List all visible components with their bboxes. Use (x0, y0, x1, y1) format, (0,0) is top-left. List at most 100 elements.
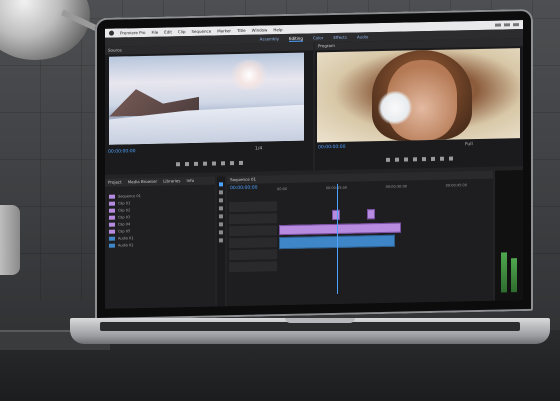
item-name: Clip 03 (118, 214, 131, 220)
list-item[interactable]: Audio 02 (105, 239, 215, 248)
slip-tool-icon[interactable] (219, 214, 223, 219)
track-header-a3[interactable] (229, 261, 277, 273)
clock-icon[interactable] (513, 23, 519, 27)
label-swatch (109, 194, 115, 199)
ruler-label: 00:00:45:00 (445, 183, 467, 188)
mark-out-icon[interactable] (394, 157, 399, 162)
timeline-tabs: Sequence 01 (227, 170, 493, 185)
track-header-v1[interactable] (229, 225, 277, 237)
track-select-tool-icon[interactable] (219, 190, 223, 195)
mark-out-icon[interactable] (184, 162, 189, 167)
step-forward-icon[interactable] (421, 157, 426, 162)
label-swatch (109, 243, 115, 248)
step-forward-icon[interactable] (211, 161, 216, 166)
workspace-assembly[interactable]: Assembly (260, 36, 279, 41)
program-timecode[interactable]: 00:00:00:00 (318, 145, 345, 151)
source-monitor: Source 00:00:00:00 1/4 (105, 42, 313, 175)
source-timecode[interactable]: 00:00:00:00 (108, 149, 135, 155)
source-transport-controls (105, 154, 313, 172)
menu-title[interactable]: Title (237, 28, 246, 33)
pen-tool-icon[interactable] (219, 222, 223, 227)
program-video-frame[interactable] (317, 48, 520, 143)
wifi-icon[interactable] (495, 23, 501, 27)
ruler-label: 00:00 (277, 186, 288, 192)
play-icon[interactable] (412, 157, 417, 162)
monitor-row: Source 00:00:00:00 1/4 Program 00:00:00:… (105, 38, 523, 175)
track-header-v2[interactable] (229, 213, 277, 225)
program-resolution[interactable]: Full (465, 142, 473, 147)
meter-right (511, 258, 517, 293)
ruler-label: 00:00:30:00 (385, 184, 408, 189)
type-tool-icon[interactable] (219, 238, 223, 243)
workspace-audio[interactable]: Audio (357, 34, 368, 39)
label-swatch (109, 201, 115, 206)
selection-tool-icon[interactable] (219, 182, 223, 187)
tab-info[interactable]: Info (186, 177, 194, 185)
menu-edit[interactable]: Edit (164, 29, 172, 34)
tab-project[interactable]: Project (108, 178, 122, 186)
timeline-panel: Sequence 01 00:00:00:00 00:00 00:00:15:0… (227, 170, 493, 307)
label-swatch (109, 229, 115, 234)
label-swatch (109, 222, 115, 227)
camera-icon[interactable] (238, 160, 243, 165)
video-clip[interactable] (332, 209, 340, 221)
program-monitor: Program 00:00:00:00 Full (315, 38, 523, 171)
audio-meters (495, 170, 523, 301)
status-icons (495, 23, 519, 27)
track-header-a1[interactable] (229, 237, 277, 249)
workspace-color[interactable]: Color (313, 35, 323, 40)
insert-icon[interactable] (220, 161, 225, 166)
tools-panel (217, 176, 225, 307)
overwrite-icon[interactable] (229, 161, 234, 166)
hand-tool-icon[interactable] (219, 230, 223, 235)
menu-sequence[interactable]: Sequence (191, 29, 211, 34)
menu-help[interactable]: Help (273, 27, 282, 32)
play-icon[interactable] (202, 161, 207, 166)
source-video-frame[interactable] (109, 52, 304, 145)
video-clip[interactable] (279, 222, 401, 236)
track-header-a2[interactable] (229, 249, 277, 261)
keyboard (100, 322, 520, 331)
tab-media-browser[interactable]: Media Browser (128, 178, 158, 187)
program-transport-controls (315, 150, 523, 168)
camera-icon[interactable] (448, 156, 453, 161)
item-name: Audio 01 (118, 235, 134, 241)
step-back-icon[interactable] (193, 161, 198, 166)
lid-notch (285, 318, 355, 323)
label-swatch (109, 215, 115, 220)
apple-menu-icon[interactable] (109, 30, 114, 36)
track-header-v3[interactable] (229, 201, 277, 213)
meter-left (501, 252, 507, 293)
video-clip[interactable] (367, 209, 375, 220)
tab-sequence[interactable]: Sequence 01 (230, 176, 256, 185)
timeline-timecode[interactable]: 00:00:00:00 (230, 186, 257, 192)
razor-tool-icon[interactable] (219, 206, 223, 211)
menu-clip[interactable]: Clip (178, 29, 186, 34)
lift-icon[interactable] (430, 156, 435, 161)
mark-in-icon[interactable] (385, 157, 390, 162)
time-ruler[interactable]: 00:00 00:00:15:00 00:00:30:00 00:00:45:0… (277, 183, 467, 193)
extract-icon[interactable] (439, 156, 444, 161)
project-panel: Project Media Browser Libraries Info Seq… (105, 176, 215, 309)
ripple-edit-tool-icon[interactable] (219, 198, 223, 203)
workspace-editing[interactable]: Editing (288, 35, 303, 42)
label-swatch (109, 208, 115, 213)
app-window: Premiere Pro File Edit Clip Sequence Mar… (105, 20, 523, 309)
menu-marker[interactable]: Marker (217, 28, 231, 33)
tab-libraries[interactable]: Libraries (163, 177, 180, 185)
mark-in-icon[interactable] (175, 162, 180, 167)
step-back-icon[interactable] (403, 157, 408, 162)
workspace-effects[interactable]: Effects (333, 35, 347, 40)
battery-icon[interactable] (504, 23, 510, 27)
playhead[interactable] (337, 183, 338, 294)
menu-app-name[interactable]: Premiere Pro (120, 30, 145, 36)
item-name: Clip 05 (118, 228, 131, 234)
item-name: Clip 04 (118, 221, 131, 227)
menu-window[interactable]: Window (252, 27, 268, 32)
label-swatch (109, 236, 115, 241)
item-name: Sequence 01 (118, 193, 141, 199)
source-resolution[interactable]: 1/4 (255, 146, 262, 151)
item-name: Audio 02 (118, 242, 134, 248)
menu-file[interactable]: File (151, 30, 158, 35)
lower-panels: Project Media Browser Libraries Info Seq… (105, 170, 523, 309)
